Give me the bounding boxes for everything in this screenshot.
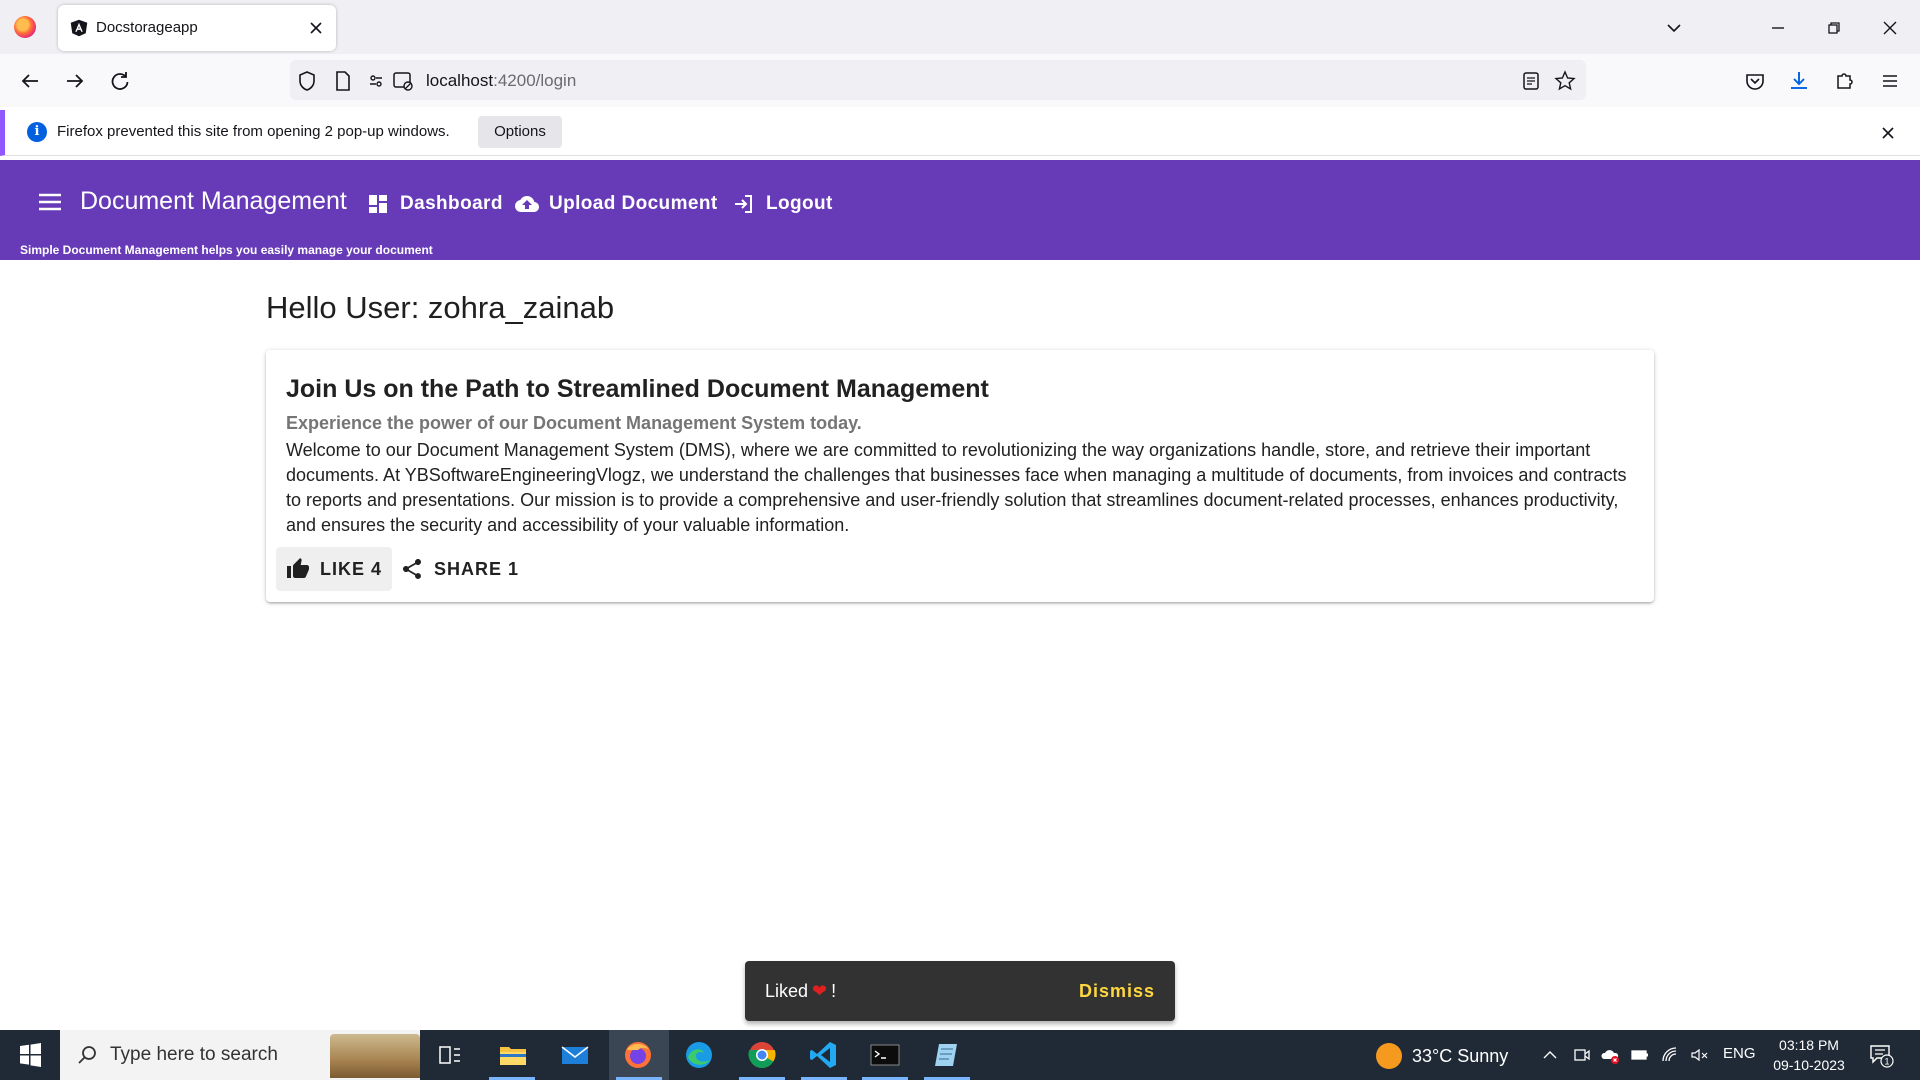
search-placeholder: Type here to search [110,1044,278,1065]
reload-icon[interactable] [106,67,134,95]
card-title: Join Us on the Path to Streamlined Docum… [286,375,989,403]
notification-message: Firefox prevented this site from opening… [57,123,450,140]
page-icon[interactable] [332,70,354,92]
weather-widget[interactable]: 33°C Sunny [1376,1043,1508,1069]
downloads-icon[interactable] [1785,67,1813,95]
info-card: Join Us on the Path to Streamlined Docum… [266,350,1654,602]
search-icon [78,1046,96,1064]
greeting-heading: Hello User: zohra_zainab [266,290,615,325]
close-window-icon[interactable] [1876,14,1904,42]
angular-favicon-icon [70,19,88,37]
windows-start-icon[interactable] [0,1030,60,1080]
like-label: LIKE 4 [320,558,383,579]
chrome-icon[interactable] [745,1038,779,1072]
notification-options-button[interactable]: Options [478,116,562,148]
card-subtitle: Experience the power of our Document Man… [286,413,862,433]
share-label: SHARE 1 [434,558,520,579]
app-toolbar: Document Management Dashboard Upload Doc… [0,160,1920,260]
forward-arrow-icon[interactable] [61,67,89,95]
hamburger-menu-icon[interactable] [1876,67,1904,95]
dashboard-icon [369,195,387,213]
edge-icon[interactable] [682,1038,716,1072]
extensions-icon[interactable] [1830,67,1858,95]
reader-view-icon[interactable] [1520,70,1542,92]
browser-toolbar: localhost:4200/login [0,54,1920,107]
app-subtitle: Simple Document Management helps you eas… [20,243,433,257]
vscode-icon[interactable] [807,1038,841,1072]
cloud-upload-icon [515,196,539,212]
list-all-tabs-icon[interactable] [1660,14,1688,42]
url-text[interactable]: localhost:4200/login [426,71,576,91]
notification-count: 1 [1884,1057,1889,1067]
terminal-icon[interactable] [868,1038,902,1072]
show-hidden-icons-chevron-icon[interactable] [1540,1045,1560,1065]
browser-tab[interactable]: Docstorageapp [58,5,336,51]
heart-icon: ❤ [812,981,828,1002]
url-host: localhost [426,71,494,90]
task-view-icon[interactable] [433,1038,467,1072]
snackbar-dismiss-button[interactable]: Dismiss [1079,981,1155,1002]
search-highlight-image [330,1034,420,1078]
address-bar[interactable]: localhost:4200/login [290,60,1586,100]
tab-title: Docstorageapp [96,19,198,36]
language-indicator[interactable]: ENG [1723,1045,1756,1062]
clock-date: 09-10-2023 [1773,1057,1845,1073]
app-title: Document Management [80,187,347,215]
snackbar-suffix: ! [831,981,837,1001]
firefox-taskbar-icon[interactable] [621,1038,655,1072]
restore-icon[interactable] [1820,14,1848,42]
action-center-icon[interactable]: 1 [1868,1042,1894,1068]
popup-blocked-notification: i Firefox prevented this site from openi… [0,110,1920,156]
shield-icon[interactable] [296,70,318,92]
firefox-logo-icon[interactable] [14,16,36,38]
windows-taskbar: Type here to search 33°C Sunny ENG 03:18… [0,1030,1920,1080]
thumb-up-icon [287,558,309,578]
taskbar-search-box[interactable]: Type here to search [60,1030,420,1080]
url-path: :4200/login [493,71,577,90]
notification-close-icon[interactable] [1878,123,1898,143]
popup-blocked-icon[interactable] [392,70,414,92]
meet-now-icon[interactable] [1572,1045,1592,1065]
snackbar-message: Liked ❤ ! [765,981,836,1002]
bookmark-star-icon[interactable] [1554,70,1576,92]
pocket-icon[interactable] [1741,67,1769,95]
share-icon [403,559,421,579]
snackbar: Liked ❤ ! Dismiss [745,961,1175,1021]
info-icon: i [27,122,47,142]
logout-icon [735,195,752,213]
onedrive-error-icon[interactable] [1600,1045,1620,1065]
minimize-icon[interactable] [1764,14,1792,42]
nav-dashboard-label: Dashboard [400,193,503,214]
volume-muted-icon[interactable] [1690,1045,1710,1065]
nav-logout-label: Logout [766,193,833,214]
share-button[interactable]: SHARE 1 [390,547,529,591]
sun-icon [1376,1043,1402,1069]
nav-logout[interactable]: Logout [732,190,833,218]
tab-close-icon[interactable] [306,18,326,38]
nav-upload-document[interactable]: Upload Document [515,190,718,218]
browser-tab-strip: Docstorageapp [0,0,1920,54]
clock[interactable]: 03:18 PM 09-10-2023 [1764,1035,1854,1075]
file-explorer-icon[interactable] [496,1038,530,1072]
snackbar-text: Liked [765,981,809,1001]
nav-dashboard[interactable]: Dashboard [366,190,503,218]
clock-time: 03:18 PM [1779,1037,1839,1053]
notepad-icon[interactable] [930,1038,964,1072]
like-button[interactable]: LIKE 4 [276,547,393,591]
wifi-icon[interactable] [1660,1045,1680,1065]
nav-upload-label: Upload Document [549,193,718,214]
card-body: Welcome to our Document Management Syste… [286,440,1627,535]
menu-icon[interactable] [36,188,64,216]
weather-text: 33°C Sunny [1412,1045,1509,1066]
permissions-icon[interactable] [368,70,390,92]
mail-icon[interactable] [558,1038,592,1072]
battery-icon[interactable] [1630,1045,1650,1065]
back-arrow-icon[interactable] [16,67,44,95]
